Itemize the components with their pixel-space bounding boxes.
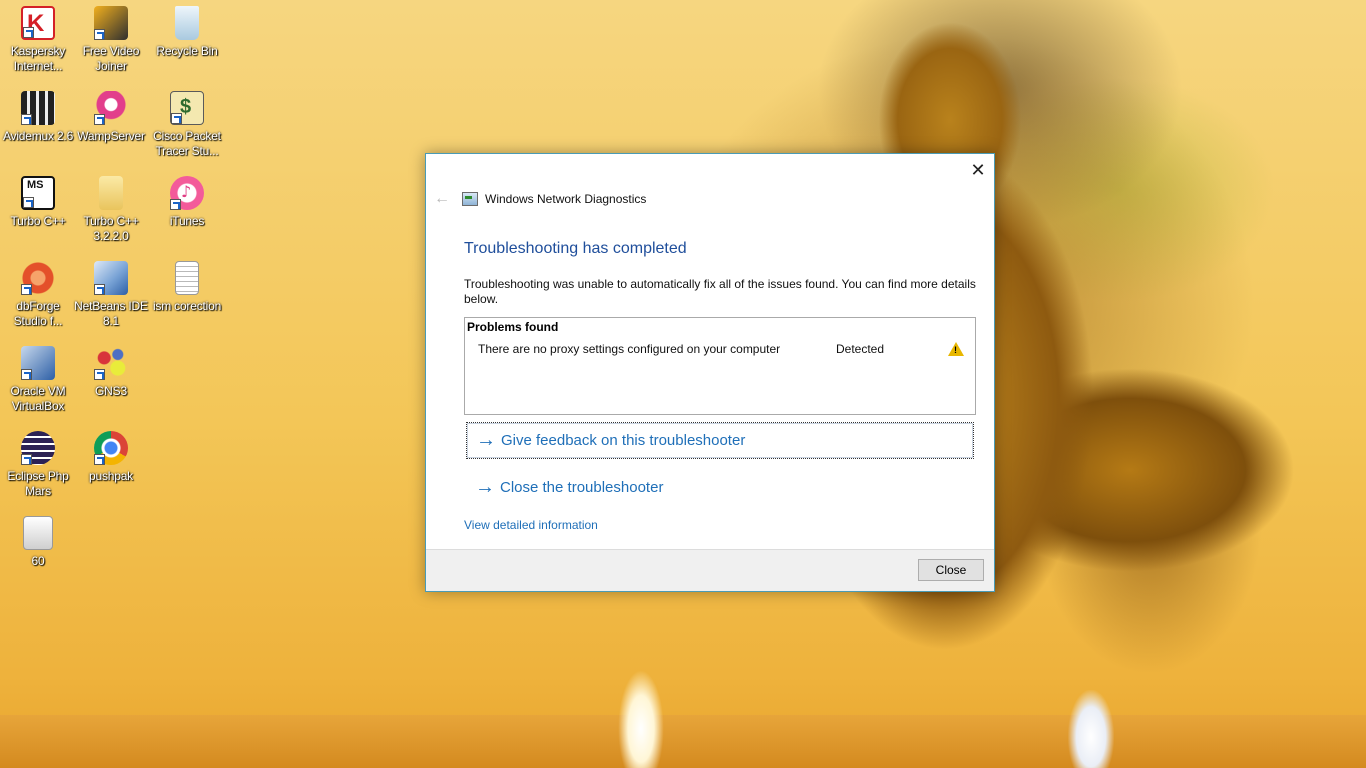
desktop-icon-netbeans[interactable]: NetBeans IDE 8.1 xyxy=(73,261,149,329)
turbo-cpp-icon: MS xyxy=(21,176,55,210)
desktop-icon-label: 60 xyxy=(31,554,45,568)
network-diagnostics-dialog: ✕ ← Windows Network Diagnostics Troubles… xyxy=(425,153,995,592)
desktop-icon-label: pushpak xyxy=(89,469,133,483)
description-text: Troubleshooting was unable to automatica… xyxy=(464,277,976,306)
close-troubleshooter-label: Close the troubleshooter xyxy=(500,478,664,496)
desktop-icon-dbforge[interactable]: dbForge Studio f... xyxy=(0,261,76,329)
kaspersky-icon: K xyxy=(21,6,55,40)
desktop-icon-recycle-bin[interactable]: Recycle Bin xyxy=(149,6,225,59)
virtualbox-icon xyxy=(21,346,55,380)
gns3-icon xyxy=(94,346,128,380)
problems-found-panel: Problems found There are no proxy settin… xyxy=(464,317,976,415)
desktop-icon-itunes[interactable]: ♪ iTunes xyxy=(149,176,225,229)
desktop-icon-label: iTunes xyxy=(169,214,205,228)
window-title: Windows Network Diagnostics xyxy=(485,192,647,206)
image-file-icon xyxy=(23,516,53,550)
desktop-icon-label: NetBeans IDE 8.1 xyxy=(74,299,148,328)
warning-icon: ! xyxy=(948,342,964,356)
desktop-icon-eclipse[interactable]: Eclipse Php Mars xyxy=(0,431,76,499)
wallpaper-flower xyxy=(1068,690,1114,768)
folder-icon xyxy=(99,176,123,210)
desktop-icon-label: Kaspersky Internet... xyxy=(10,44,66,73)
desktop-icon-turbo-cpp[interactable]: MS Turbo C++ xyxy=(0,176,76,229)
give-feedback-label: Give feedback on this troubleshooter xyxy=(501,432,746,449)
avidemux-icon xyxy=(21,91,55,125)
problem-text: There are no proxy settings configured o… xyxy=(478,342,781,356)
desktop-icon-gns3[interactable]: GNS3 xyxy=(73,346,149,399)
desktop-icon-label: Avidemux 2.6 xyxy=(2,129,74,143)
arrow-right-icon: → xyxy=(476,429,496,451)
desktop-icon-wampserver[interactable]: WampServer xyxy=(73,91,149,144)
back-arrow-icon[interactable]: ← xyxy=(434,190,456,208)
close-troubleshooter-link[interactable]: → Close the troubleshooter xyxy=(466,469,974,505)
desktop-icon-avidemux[interactable]: Avidemux 2.6 xyxy=(0,91,76,144)
arrow-right-icon: → xyxy=(475,475,495,498)
desktop-icon-60[interactable]: 60 xyxy=(0,516,76,569)
desktop-icon-label: ism corection xyxy=(152,299,222,313)
give-feedback-link[interactable]: → Give feedback on this troubleshooter xyxy=(466,422,974,459)
chrome-icon xyxy=(94,431,128,465)
wampserver-icon xyxy=(94,91,128,125)
desktop-icon-label: Eclipse Php Mars xyxy=(7,469,69,498)
dialog-titlebar: ← Windows Network Diagnostics xyxy=(434,190,646,208)
desktop-icon-label: dbForge Studio f... xyxy=(13,299,63,328)
dialog-footer: Close xyxy=(426,549,994,591)
desktop-icon-label: GNS3 xyxy=(95,384,127,398)
cisco-packet-tracer-icon: $ xyxy=(170,91,204,125)
desktop-icon-label: WampServer xyxy=(77,129,145,143)
desktop-icon-label: Free Video Joiner xyxy=(82,44,140,73)
close-button[interactable]: Close xyxy=(918,559,984,581)
desktop-icon-turbo-cpp-folder[interactable]: Turbo C++ 3.2.2.0 xyxy=(73,176,149,244)
desktop-icon-label: Recycle Bin xyxy=(156,44,218,58)
desktop-icon-label: Turbo C++ xyxy=(10,214,66,228)
netbeans-icon xyxy=(94,261,128,295)
desktop-icon-pushpak[interactable]: pushpak xyxy=(73,431,149,484)
desktop-icon-kaspersky[interactable]: K Kaspersky Internet... xyxy=(0,6,76,74)
desktop-icon-label: Oracle VM VirtualBox xyxy=(10,384,66,413)
eclipse-icon xyxy=(21,431,55,465)
wallpaper-lamp-flame xyxy=(618,670,664,768)
desktop-icon-label: Cisco Packet Tracer Stu... xyxy=(153,129,221,158)
network-diagnostics-icon xyxy=(462,192,478,206)
close-icon[interactable]: ✕ xyxy=(968,160,988,180)
video-joiner-icon xyxy=(94,6,128,40)
page-title: Troubleshooting has completed xyxy=(464,240,687,257)
desktop-icon-ism-corection[interactable]: ism corection xyxy=(149,261,225,314)
problem-status: Detected xyxy=(836,342,885,356)
recycle-bin-icon xyxy=(175,6,199,40)
wallpaper-floor xyxy=(0,715,1366,768)
desktop-icon-label: Turbo C++ 3.2.2.0 xyxy=(83,214,139,243)
text-file-icon xyxy=(175,261,199,295)
view-detailed-information-link[interactable]: View detailed information xyxy=(464,518,598,532)
problems-header: Problems found xyxy=(467,320,559,334)
itunes-icon: ♪ xyxy=(170,176,204,210)
desktop-icon-free-video-joiner[interactable]: Free Video Joiner xyxy=(73,6,149,74)
desktop-icon-cisco-packet-tracer[interactable]: $ Cisco Packet Tracer Stu... xyxy=(149,91,225,159)
desktop-icon-virtualbox[interactable]: Oracle VM VirtualBox xyxy=(0,346,76,414)
dbforge-icon xyxy=(21,261,55,295)
